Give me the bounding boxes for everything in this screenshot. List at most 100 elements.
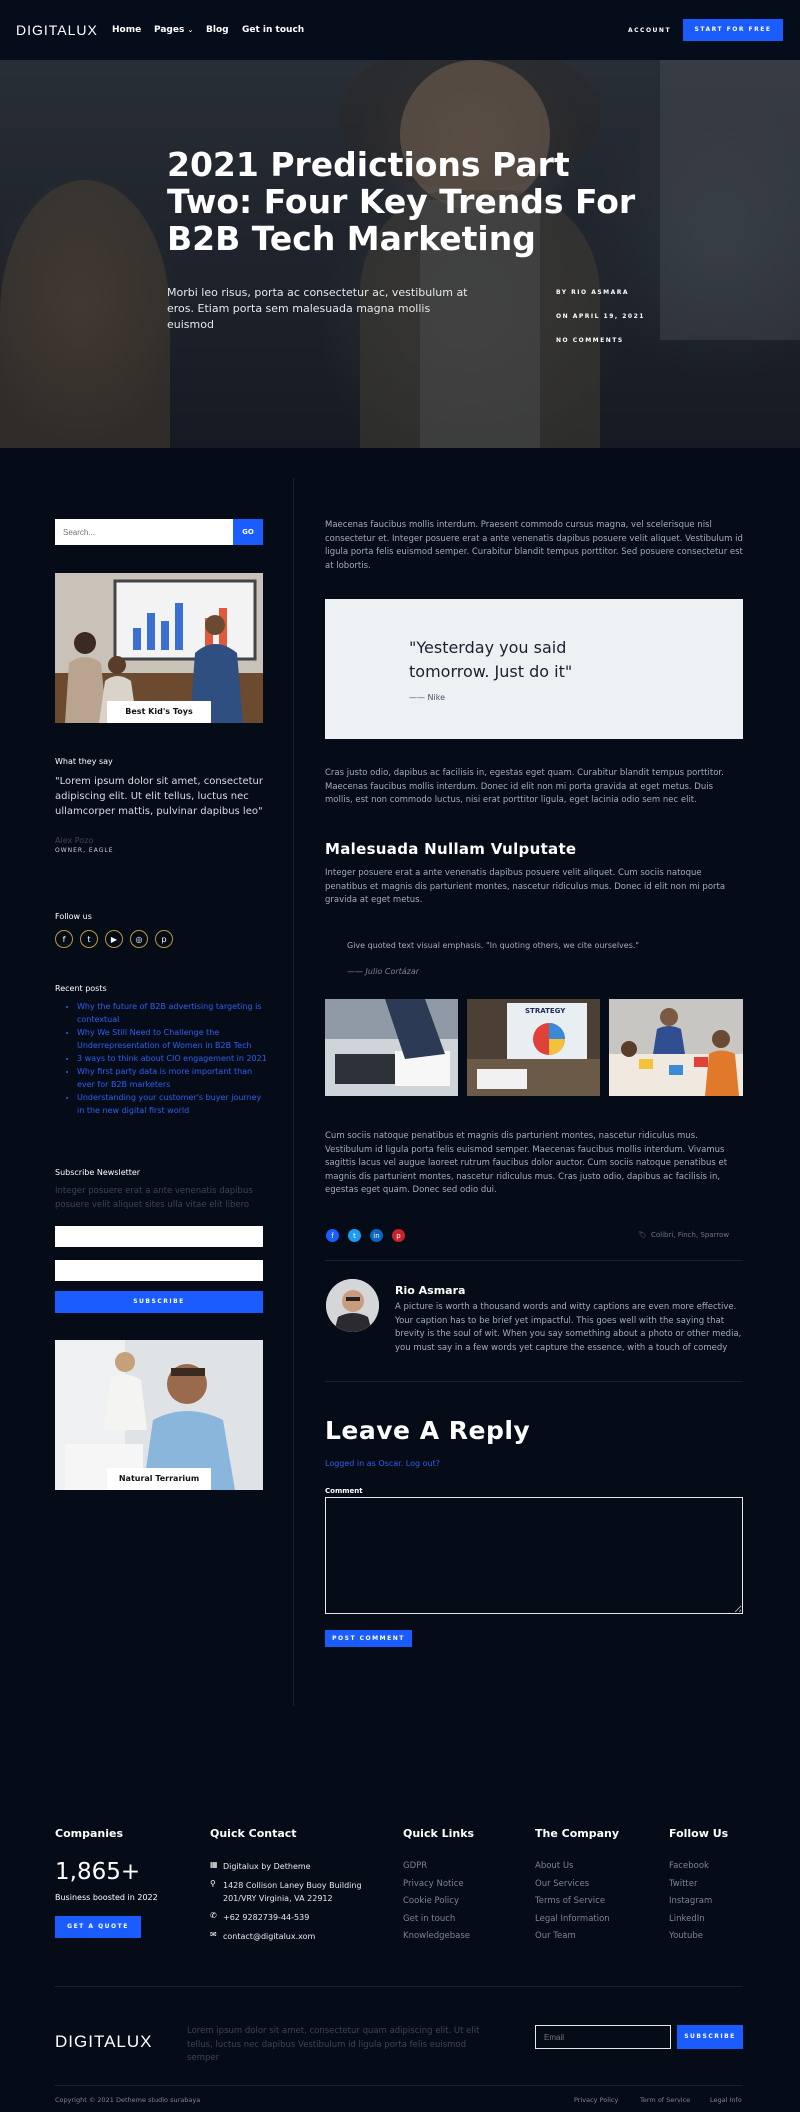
pull-quote-text: "Yesterday you said tomorrow. Just do it… bbox=[409, 638, 573, 681]
footer-link-facebook[interactable]: Facebook bbox=[669, 1858, 712, 1876]
footer-link-legal[interactable]: Legal Information bbox=[535, 1911, 610, 1929]
contact-company: Digitalux by Detheme bbox=[223, 1862, 311, 1871]
footer-links-heading: Quick Links bbox=[403, 1827, 475, 1840]
search-go-button[interactable]: GO bbox=[233, 519, 263, 545]
share-pinterest-icon[interactable]: p bbox=[392, 1229, 405, 1242]
recent-post-link[interactable]: Why We Still Need to Challenge the Under… bbox=[77, 1026, 270, 1052]
kids-toys-image[interactable]: Best Kid's Toys bbox=[55, 573, 263, 723]
footer-bottom-link-terms[interactable]: Term of Service bbox=[640, 2096, 690, 2104]
instagram-icon[interactable]: ◎ bbox=[130, 930, 148, 948]
footer-email-input[interactable] bbox=[535, 2025, 671, 2049]
footer-link-cookie[interactable]: Cookie Policy bbox=[403, 1893, 470, 1911]
footer-link-services[interactable]: Our Services bbox=[535, 1876, 610, 1894]
twitter-icon[interactable]: t bbox=[80, 930, 98, 948]
post-tags[interactable]: Colibri, Finch, Sparrow bbox=[651, 1231, 729, 1239]
footer-logo[interactable]: DIGITALUX bbox=[55, 2032, 152, 2052]
nav-blog[interactable]: Blog bbox=[206, 25, 229, 35]
get-quote-button[interactable]: GET A QUOTE bbox=[55, 1916, 141, 1938]
terrarium-image[interactable]: Natural Terrarium bbox=[55, 1340, 263, 1490]
footer-link-about[interactable]: About Us bbox=[535, 1858, 610, 1876]
recent-post-link[interactable]: Understanding your customer's buyer jour… bbox=[77, 1091, 270, 1117]
post-comment-button[interactable]: POST COMMENT bbox=[325, 1630, 412, 1647]
footer-divider bbox=[55, 1986, 743, 1987]
reply-title: Leave A Reply bbox=[325, 1416, 531, 1445]
contact-email[interactable]: contact@digitalux.xom bbox=[223, 1930, 315, 1943]
footer-subscribe-button[interactable]: SUBSCRIBE bbox=[677, 2025, 743, 2049]
recent-posts-list: Why the future of B2B advertising target… bbox=[55, 1000, 270, 1117]
footer-link-get-in-touch[interactable]: Get in touch bbox=[403, 1911, 470, 1929]
social-icons: f t ▶ ◎ p bbox=[55, 930, 185, 950]
article-paragraph-4: Cum sociis natoque penatibus et magnis d… bbox=[325, 1131, 728, 1195]
testimonial-heading: What they say bbox=[55, 757, 113, 766]
footer-company-heading: The Company bbox=[535, 1827, 620, 1840]
nav-get-in-touch[interactable]: Get in touch bbox=[242, 25, 304, 35]
phone-icon: ✆ bbox=[210, 1911, 217, 1920]
share-twitter-icon[interactable]: t bbox=[348, 1229, 361, 1242]
footer-bottom-divider bbox=[55, 2085, 743, 2086]
testimonial-role: OWNER, EAGLE bbox=[55, 847, 114, 854]
location-pin-icon: ⚲ bbox=[210, 1879, 216, 1888]
article-paragraph-2: Cras justo odio, dapibus ac facilisis in… bbox=[325, 768, 724, 805]
start-free-button[interactable]: START FOR FREE bbox=[683, 19, 783, 41]
gallery-photo-2[interactable]: STRATEGY bbox=[467, 999, 600, 1096]
footer-link-twitter[interactable]: Twitter bbox=[669, 1876, 712, 1894]
comment-textarea[interactable] bbox=[325, 1497, 743, 1614]
recent-post-link[interactable]: Why first party data is more important t… bbox=[77, 1065, 270, 1091]
share-facebook-icon[interactable]: f bbox=[326, 1229, 339, 1242]
footer-link-instagram[interactable]: Instagram bbox=[669, 1893, 712, 1911]
footer-link-team[interactable]: Our Team bbox=[535, 1928, 610, 1946]
site-logo[interactable]: DIGITALUX bbox=[16, 22, 98, 38]
footer-bottom-link-privacy[interactable]: Privacy Policy bbox=[574, 2096, 618, 2104]
gallery-photo-3[interactable] bbox=[609, 999, 743, 1096]
author-name[interactable]: Rio Asmara bbox=[395, 1284, 465, 1297]
nav-home[interactable]: Home bbox=[112, 25, 141, 35]
newsletter-email-field[interactable] bbox=[55, 1260, 263, 1281]
recent-post-link[interactable]: 3 ways to think about CIO engagement in … bbox=[77, 1052, 270, 1065]
email-icon: ✉ bbox=[210, 1930, 217, 1939]
newsletter-heading: Subscribe Newsletter bbox=[55, 1168, 141, 1177]
follow-heading: Follow us bbox=[55, 912, 92, 921]
facebook-icon[interactable]: f bbox=[55, 930, 73, 948]
divider bbox=[325, 1381, 743, 1382]
gallery-photo-1[interactable] bbox=[325, 999, 458, 1096]
recent-post-link[interactable]: Why the future of B2B advertising target… bbox=[77, 1000, 270, 1026]
footer-link-linkedin[interactable]: LinkedIn bbox=[669, 1911, 712, 1929]
post-date: ON APRIL 19, 2021 bbox=[556, 313, 645, 320]
blockquote-text: Give quoted text visual emphasis. "In qu… bbox=[347, 941, 640, 950]
footer-company-links: About Us Our Services Terms of Service L… bbox=[535, 1858, 610, 1946]
post-title: 2021 Predictions Part Two: Four Key Tren… bbox=[167, 145, 636, 258]
search-input[interactable] bbox=[55, 519, 233, 545]
post-author[interactable]: BY RIO ASMARA bbox=[556, 289, 629, 296]
pinterest-icon[interactable]: p bbox=[155, 930, 173, 948]
share-linkedin-icon[interactable]: in bbox=[370, 1229, 383, 1242]
article-paragraph-3: Integer posuere erat a ante venenatis da… bbox=[325, 868, 726, 905]
newsletter-subscribe-button[interactable]: SUBSCRIBE bbox=[55, 1291, 263, 1313]
post-comments[interactable]: NO COMMENTS bbox=[556, 337, 624, 344]
contact-phone[interactable]: +62 9282739-44-539 bbox=[223, 1911, 309, 1924]
newsletter-name-field[interactable] bbox=[55, 1226, 263, 1247]
footer-follow-links: Facebook Twitter Instagram LinkedIn Yout… bbox=[669, 1858, 712, 1946]
account-link[interactable]: ACCOUNT bbox=[628, 27, 671, 34]
strategy-label: STRATEGY bbox=[525, 1007, 566, 1015]
pull-quote-box: "Yesterday you said tomorrow. Just do it… bbox=[325, 599, 743, 739]
author-avatar bbox=[326, 1279, 379, 1332]
post-subtitle: Morbi leo risus, porta ac consectetur ac… bbox=[167, 286, 468, 331]
comment-label: Comment bbox=[325, 1487, 363, 1495]
team-photo bbox=[609, 999, 743, 1096]
youtube-icon[interactable]: ▶ bbox=[105, 930, 123, 948]
footer-link-terms[interactable]: Terms of Service bbox=[535, 1893, 610, 1911]
author-photo bbox=[326, 1279, 379, 1332]
footer-link-privacy[interactable]: Privacy Notice bbox=[403, 1876, 470, 1894]
nav-pages[interactable]: Pages ⌄ bbox=[154, 25, 193, 35]
footer-link-gdpr[interactable]: GDPR bbox=[403, 1858, 470, 1876]
footer-link-knowledgebase[interactable]: Knowledgebase bbox=[403, 1928, 470, 1946]
article-subheading: Malesuada Nullam Vulputate bbox=[325, 840, 577, 858]
business-stat-label: Business boosted in 2022 bbox=[55, 1893, 158, 1902]
logged-in-link[interactable]: Logged in as Oscar. Log out? bbox=[325, 1459, 440, 1468]
footer-link-youtube[interactable]: Youtube bbox=[669, 1928, 712, 1946]
card-caption: Natural Terrarium bbox=[107, 1468, 211, 1490]
tag-icon: 🏷 bbox=[638, 1231, 647, 1239]
nav-pages-label: Pages bbox=[154, 25, 185, 35]
footer-bottom-link-legal[interactable]: Legal Info bbox=[710, 2096, 742, 2104]
chevron-down-icon: ⌄ bbox=[187, 26, 194, 34]
